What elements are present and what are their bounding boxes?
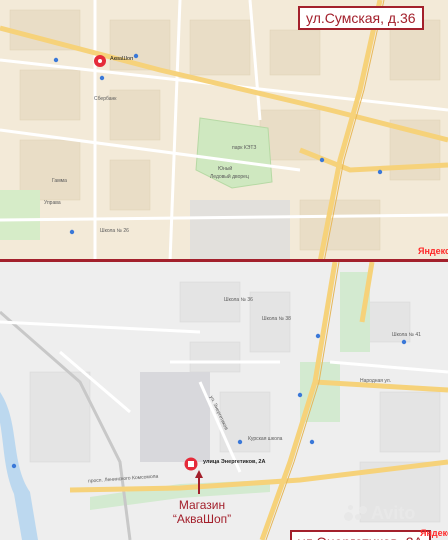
school-label: Школа № 41	[392, 332, 421, 338]
bottom-pin-label: улица Энергетиков, 2А	[203, 459, 266, 465]
place-label: Управа	[44, 200, 61, 206]
place-label: Школа № 26	[100, 228, 129, 234]
shop-callout: Магазин “АкваШоп”	[162, 498, 242, 526]
avito-logo-icon	[344, 504, 368, 524]
place-label: Гамма	[52, 178, 67, 184]
top-pin-label: АкваШоп	[110, 56, 134, 62]
address-label-top: ул.Сумская, д.36	[298, 6, 424, 30]
top-map-canvas	[0, 0, 448, 262]
top-map[interactable]: АкваШоп Сбербанк Школа № 26 Управа Юный …	[0, 0, 448, 262]
bottom-map-pin	[184, 457, 198, 471]
shop-callout-line2: “АкваШоп”	[172, 512, 232, 526]
yandex-watermark: Яндекс	[420, 528, 448, 538]
address-label-bottom: ул.Энергетиков, 2А	[290, 530, 431, 540]
school-label: Курская школа	[248, 436, 283, 442]
street-label: Народная ул.	[360, 378, 392, 384]
yandex-watermark: Яндекс	[418, 246, 448, 256]
school-label: Школа № 38	[262, 316, 291, 322]
place-label: парк КЭТЗ	[232, 145, 257, 151]
place-label: Ледовый дворец	[210, 174, 249, 180]
place-label: Сбербанк	[94, 96, 117, 102]
avito-brand: Avito	[371, 503, 416, 523]
school-label: Школа № 36	[224, 297, 253, 303]
place-label: Юный	[218, 166, 233, 172]
shop-callout-line1: Магазин	[178, 498, 226, 512]
avito-watermark: Avito	[344, 503, 415, 524]
top-map-pin	[94, 55, 106, 67]
